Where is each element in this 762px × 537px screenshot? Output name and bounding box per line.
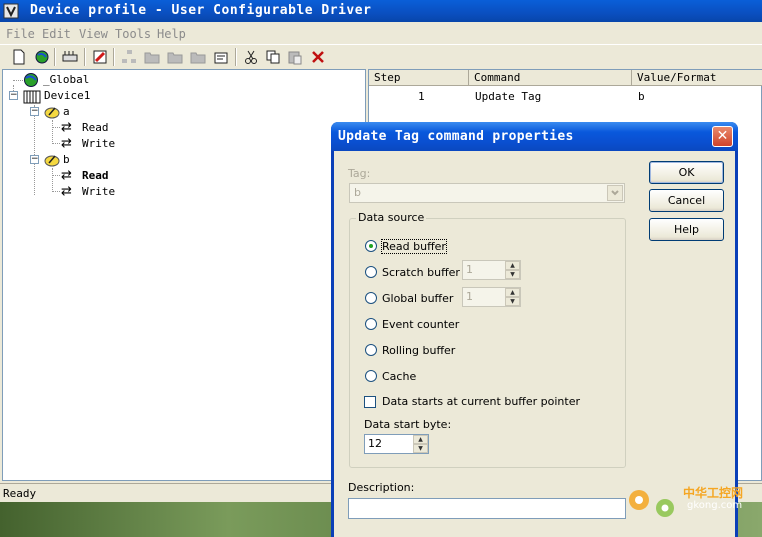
start-byte-value: 12	[368, 437, 382, 450]
tree-item-global[interactable]: _Global	[43, 73, 89, 86]
start-byte-stepper[interactable]: 12 ▲ ▼	[364, 434, 429, 454]
radio-cache[interactable]	[365, 370, 377, 382]
folder-add-icon[interactable]	[166, 48, 184, 66]
paste-icon[interactable]	[286, 48, 304, 66]
cell-command: Update Tag	[475, 90, 542, 103]
cell-step: 1	[418, 90, 425, 103]
radio-global-buffer[interactable]	[365, 292, 377, 304]
tag-icon	[44, 155, 60, 167]
swap-arrows-icon: ⇄	[61, 136, 72, 151]
tag-label: Tag:	[348, 167, 371, 180]
radio-rolling-buffer[interactable]	[365, 344, 377, 356]
tree-item-b-read[interactable]: Read	[82, 169, 109, 182]
option-scratch-buffer[interactable]: Scratch buffer	[382, 266, 460, 279]
scratch-buffer-stepper[interactable]: 1 ▲ ▼	[462, 260, 521, 280]
cancel-button[interactable]: Cancel	[649, 189, 724, 212]
start-byte-label: Data start byte:	[364, 418, 452, 431]
collapse-toggle-a[interactable]: −	[30, 107, 39, 116]
tag-value: b	[354, 186, 361, 199]
menu-view[interactable]: View	[79, 27, 108, 41]
folder-open-icon[interactable]	[189, 48, 207, 66]
tree-item-a[interactable]: a	[63, 105, 70, 118]
description-field[interactable]	[348, 498, 626, 519]
cell-value: b	[638, 90, 645, 103]
radio-read-buffer[interactable]	[365, 240, 377, 252]
column-header-value[interactable]: Value/Format	[632, 70, 762, 86]
option-global-buffer[interactable]: Global buffer	[382, 292, 453, 305]
buffer-pointer-label[interactable]: Data starts at current buffer pointer	[382, 395, 580, 408]
tree-item-b[interactable]: b	[63, 153, 70, 166]
global-buffer-value: 1	[466, 290, 473, 303]
spin-down-icon[interactable]: ▼	[505, 297, 520, 306]
menu-edit[interactable]: Edit	[42, 27, 71, 41]
buffer-pointer-checkbox[interactable]	[364, 396, 376, 408]
globe-icon	[24, 73, 38, 87]
chevron-down-icon[interactable]	[607, 185, 623, 201]
copy-icon[interactable]	[264, 48, 282, 66]
tag-icon	[44, 107, 60, 119]
option-cache[interactable]: Cache	[382, 370, 416, 383]
properties-icon[interactable]	[212, 48, 230, 66]
radio-event-counter[interactable]	[365, 318, 377, 330]
new-icon[interactable]	[10, 48, 28, 66]
option-event-counter[interactable]: Event counter	[382, 318, 459, 331]
tree-item-b-write[interactable]: Write	[82, 185, 115, 198]
status-text: Ready	[3, 487, 37, 500]
spin-up-icon[interactable]: ▲	[413, 435, 428, 444]
cut-icon[interactable]	[242, 48, 260, 66]
description-label: Description:	[348, 481, 415, 494]
tree-item-device1[interactable]: Device1	[44, 89, 90, 102]
menu-help[interactable]: Help	[157, 27, 186, 41]
help-button[interactable]: Help	[649, 218, 724, 241]
edit-icon[interactable]	[91, 48, 109, 66]
hierarchy-icon[interactable]	[120, 48, 138, 66]
menu-bar: File Edit View Tools Help	[0, 22, 762, 44]
tree-item-a-write[interactable]: Write	[82, 137, 115, 150]
globe-icon[interactable]	[33, 48, 51, 66]
device-icon[interactable]	[61, 48, 79, 66]
spin-up-icon[interactable]: ▲	[505, 261, 520, 270]
ok-button[interactable]: OK	[649, 161, 724, 184]
radio-scratch-buffer[interactable]	[365, 266, 377, 278]
data-source-label: Data source	[356, 211, 427, 224]
column-header-command[interactable]: Command	[469, 70, 632, 86]
tag-combobox[interactable]: b	[349, 183, 625, 203]
swap-arrows-icon: ⇄	[61, 120, 72, 135]
watermark-cn: 中华工控网	[683, 486, 744, 500]
close-icon[interactable]: ✕	[712, 126, 733, 147]
app-icon	[3, 3, 19, 19]
global-buffer-stepper[interactable]: 1 ▲ ▼	[462, 287, 521, 307]
dialog-body: Tag: b OK Cancel Help Data source Read b…	[334, 151, 735, 537]
collapse-toggle-device1[interactable]: −	[9, 91, 18, 100]
watermark-url: gkong.com	[687, 500, 743, 511]
update-tag-dialog: Update Tag command properties ✕ Tag: b O…	[331, 122, 738, 537]
device-icon	[23, 90, 41, 104]
spin-down-icon[interactable]: ▼	[413, 444, 428, 453]
menu-tools[interactable]: Tools	[115, 27, 151, 41]
toolbar	[0, 44, 762, 68]
spin-up-icon[interactable]: ▲	[505, 288, 520, 297]
swap-arrows-icon: ⇄	[61, 168, 72, 183]
main-title-bar: Device profile - User Configurable Drive…	[0, 0, 762, 22]
watermark: 中华工控网 gkong.com	[625, 482, 755, 522]
delete-icon[interactable]	[309, 48, 327, 66]
collapse-toggle-b[interactable]: −	[30, 155, 39, 164]
spin-down-icon[interactable]: ▼	[505, 270, 520, 279]
tree-item-a-read[interactable]: Read	[82, 121, 109, 134]
option-rolling-buffer[interactable]: Rolling buffer	[382, 344, 455, 357]
option-read-buffer[interactable]: Read buffer	[381, 239, 447, 254]
swap-arrows-icon: ⇄	[61, 184, 72, 199]
folder-icon[interactable]	[143, 48, 161, 66]
device-tree[interactable]: _Global − Device1 − a ⇄ Read ⇄ Write − b…	[2, 69, 366, 481]
dialog-title: Update Tag command properties	[338, 129, 574, 144]
main-title: Device profile - User Configurable Drive…	[30, 3, 372, 18]
scratch-buffer-value: 1	[466, 263, 473, 276]
column-header-step[interactable]: Step	[369, 70, 469, 86]
dialog-title-bar: Update Tag command properties ✕	[331, 122, 738, 151]
menu-file[interactable]: File	[6, 27, 35, 41]
